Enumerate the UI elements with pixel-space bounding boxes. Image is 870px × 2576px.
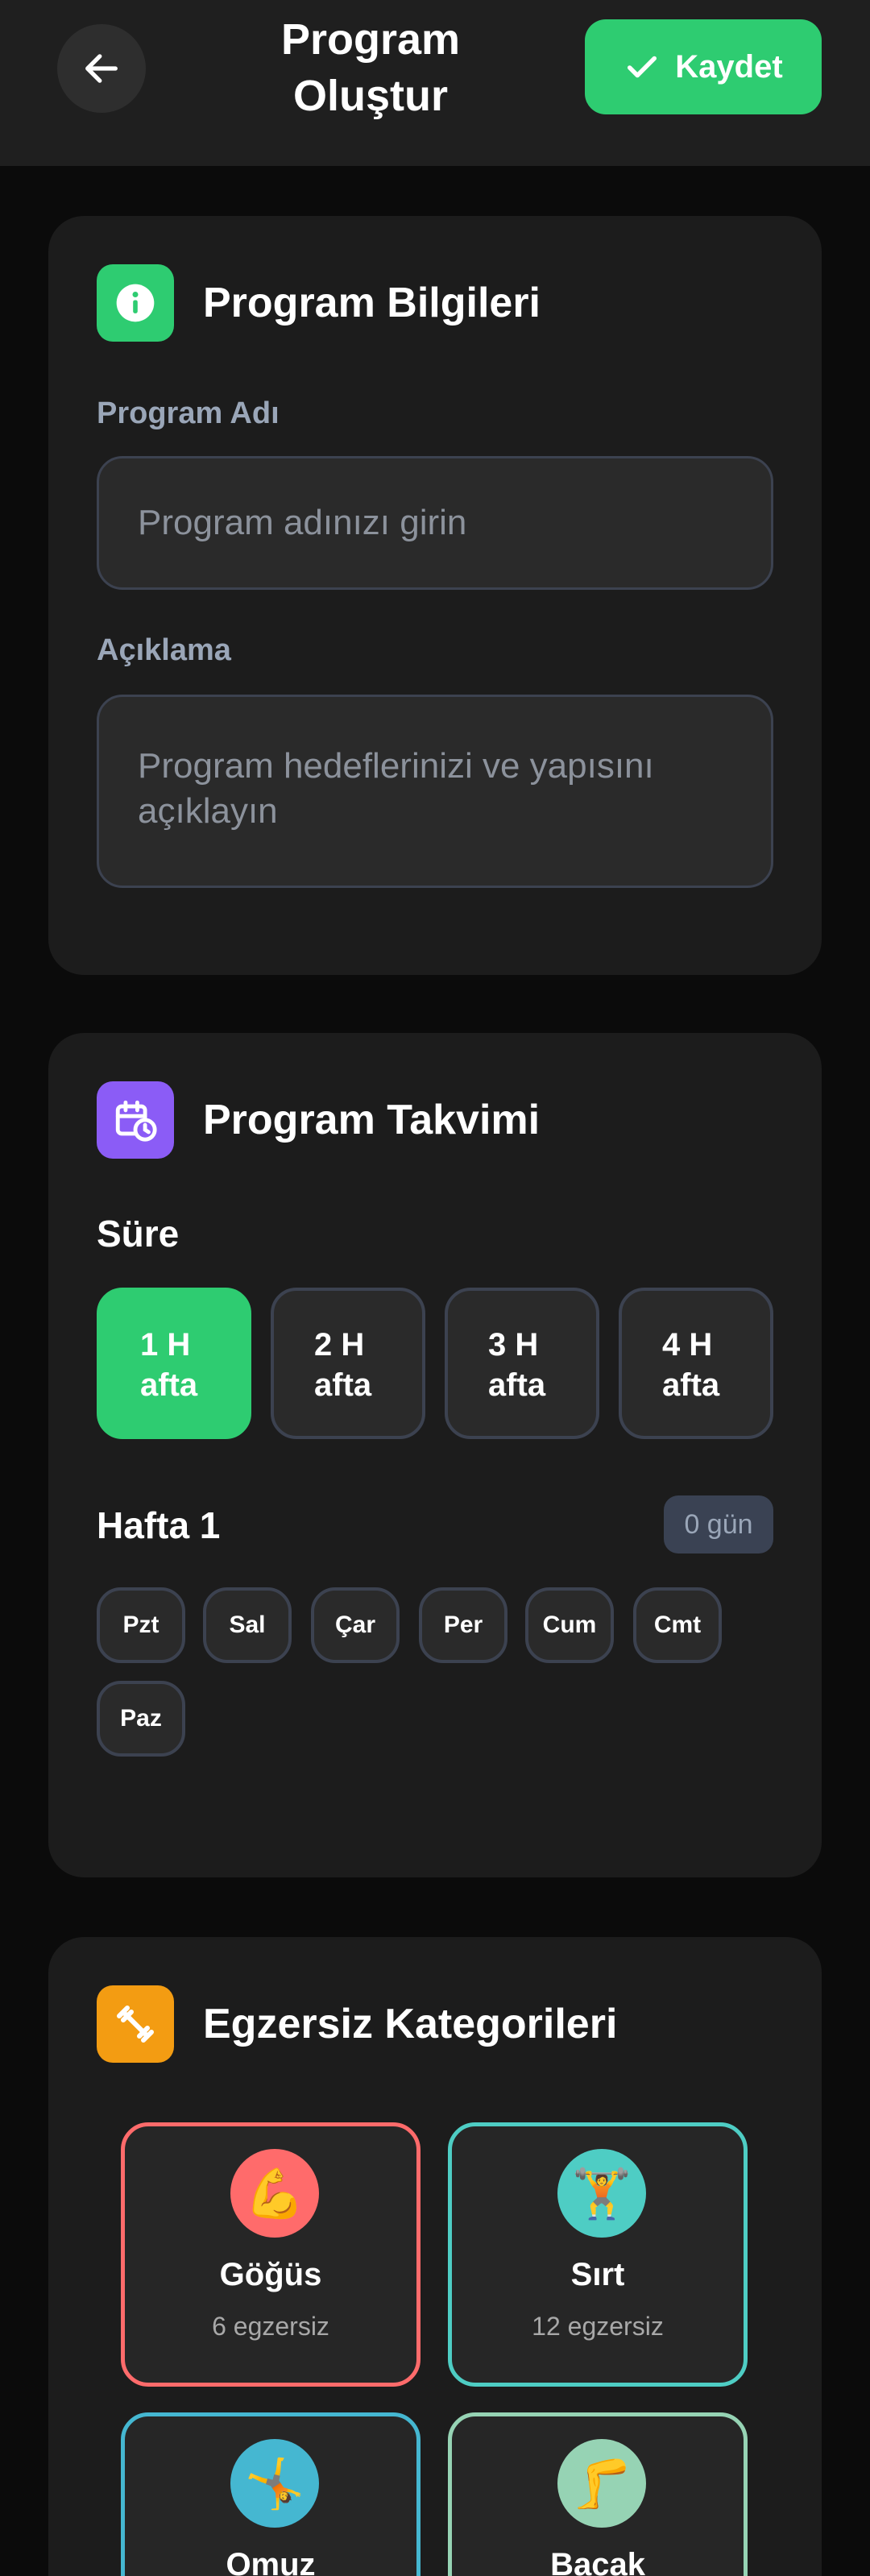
description-input[interactable]: Program hedeflerinizi ve yapısını açıkla…	[97, 695, 773, 888]
day-chip-pzt[interactable]: Pzt	[97, 1587, 185, 1663]
page-title: Program Oluştur	[242, 11, 499, 124]
flexed-biceps-icon: 💪	[230, 2149, 319, 2238]
exercise-categories-header: Egzersiz Kategorileri	[97, 1985, 617, 2063]
exercise-categories-icon-box	[97, 1985, 174, 2063]
duration-option-text: afta	[140, 1367, 198, 1403]
duration-option-text: 3 H	[488, 1327, 539, 1363]
program-schedule-title: Program Takvimi	[203, 1097, 541, 1143]
program-name-label: Program Adı	[97, 396, 280, 430]
weightlifter-icon: 🏋	[557, 2149, 646, 2238]
day-chip-paz[interactable]: Paz	[97, 1681, 185, 1757]
program-name-placeholder: Program adınızı girin	[138, 503, 467, 542]
program-info-header: Program Bilgileri	[97, 264, 541, 342]
category-name: Omuz	[226, 2547, 316, 2576]
calendar-clock-icon	[115, 1100, 157, 1142]
program-schedule-icon-box	[97, 1081, 174, 1159]
category-bacak[interactable]: 🦵 Bacak	[448, 2412, 748, 2576]
category-gogus[interactable]: 💪 Göğüs 6 egzersiz	[121, 2122, 420, 2387]
program-name-input[interactable]: Program adınızı girin	[97, 456, 773, 590]
save-button-label: Kaydet	[675, 48, 783, 85]
info-icon	[116, 284, 155, 322]
day-chip-cum[interactable]: Cum	[525, 1587, 614, 1663]
program-info-title: Program Bilgileri	[203, 280, 541, 326]
description-label: Açıklama	[97, 633, 231, 667]
save-button[interactable]: Kaydet	[585, 19, 822, 114]
category-sirt[interactable]: 🏋 Sırt 12 egzersiz	[448, 2122, 748, 2387]
program-info-icon-box	[97, 264, 174, 342]
duration-option-1[interactable]: 1 H afta	[97, 1288, 251, 1439]
back-button[interactable]	[57, 24, 146, 113]
check-icon	[628, 56, 657, 78]
day-chip-sal[interactable]: Sal	[203, 1587, 292, 1663]
day-chip-cmt[interactable]: Cmt	[633, 1587, 722, 1663]
duration-option-text: 4 H	[662, 1327, 713, 1363]
category-name: Bacak	[550, 2547, 645, 2576]
category-name: Göğüs	[219, 2257, 322, 2292]
duration-option-text: afta	[488, 1367, 546, 1403]
category-name: Sırt	[570, 2257, 625, 2292]
duration-option-4[interactable]: 4 H afta	[619, 1288, 773, 1439]
day-count-badge: 0 gün	[664, 1495, 773, 1553]
arrow-left-icon	[85, 54, 118, 83]
program-info-card: Program Bilgileri Program Adı Program ad…	[48, 216, 822, 975]
week-label: Hafta 1	[97, 1504, 221, 1546]
category-omuz[interactable]: 🤸 Omuz	[121, 2412, 420, 2576]
day-chip-car[interactable]: Çar	[311, 1587, 400, 1663]
app-header: Program Oluştur Kaydet	[0, 0, 870, 166]
page-title-line1: Program	[280, 15, 461, 64]
page-title-line2: Oluştur	[292, 72, 448, 120]
dumbbell-icon	[117, 2006, 154, 2043]
duration-option-3[interactable]: 3 H afta	[445, 1288, 599, 1439]
exercise-categories-title: Egzersiz Kategorileri	[203, 2001, 618, 2047]
day-chip-per[interactable]: Per	[419, 1587, 508, 1663]
duration-option-text: 1 H	[140, 1327, 191, 1363]
description-placeholder: Program hedeflerinizi ve yapısını açıkla…	[138, 746, 654, 831]
category-count: 12 egzersiz	[532, 2312, 664, 2341]
program-schedule-header: Program Takvimi	[97, 1081, 540, 1159]
duration-option-text: afta	[662, 1367, 720, 1403]
duration-label: Süre	[97, 1213, 180, 1255]
program-schedule-card: Program Takvimi Süre 1 H afta 2 H afta 3…	[48, 1033, 822, 1877]
cartwheel-icon: 🤸	[230, 2439, 319, 2528]
leg-icon: 🦵	[557, 2439, 646, 2528]
exercise-categories-card: Egzersiz Kategorileri 💪 Göğüs 6 egzersiz…	[48, 1937, 822, 2576]
duration-option-text: afta	[314, 1367, 372, 1403]
duration-option-text: 2 H	[314, 1327, 365, 1363]
duration-option-2[interactable]: 2 H afta	[271, 1288, 425, 1439]
category-count: 6 egzersiz	[212, 2312, 329, 2341]
